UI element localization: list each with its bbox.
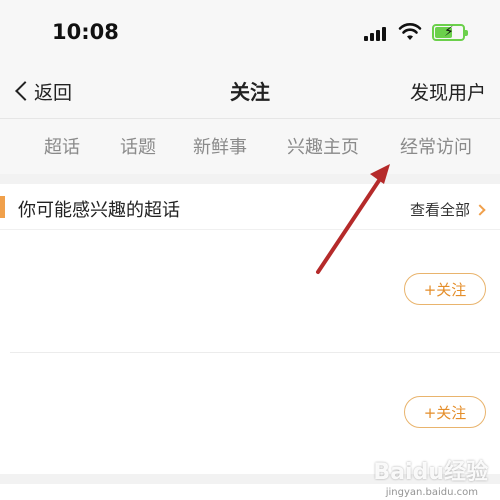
back-button[interactable]: 返回 <box>12 76 72 106</box>
section-title: 你可能感兴趣的超话 <box>18 200 180 221</box>
section-header: 你可能感兴趣的超话 查看全部 <box>0 184 500 230</box>
discover-users-button[interactable]: 发现用户 <box>410 78 486 105</box>
tab-bar: 超话 话题 新鲜事 兴趣主页 经常访问 <box>0 118 500 174</box>
follow-button[interactable]: +关注 <box>404 273 486 305</box>
see-all-link[interactable]: 查看全部 <box>409 199 486 220</box>
section-accent-bar <box>0 196 5 218</box>
tab-frequently-visited[interactable]: 经常访问 <box>400 133 472 159</box>
chevron-right-icon <box>474 203 486 216</box>
list-item[interactable]: +关注 <box>0 230 500 353</box>
watermark-logo: Baidu经验 <box>373 460 488 485</box>
watermark-url: jingyan.baidu.com <box>385 487 478 498</box>
back-label: 返回 <box>34 81 73 104</box>
tab-interest-homepage[interactable]: 兴趣主页 <box>287 133 359 159</box>
tab-topic[interactable]: 话题 <box>120 133 156 159</box>
wifi-icon <box>398 23 422 40</box>
tab-super-topic[interactable]: 超话 <box>44 133 80 159</box>
navigation-bar: 返回 关注 发现用户 <box>0 66 500 118</box>
recommended-super-topics-section: 你可能感兴趣的超话 查看全部 +关注 +关注 <box>0 184 500 474</box>
chevron-left-icon <box>15 81 35 101</box>
status-bar: 10:08 ⚡ <box>0 0 500 66</box>
tab-news[interactable]: 新鲜事 <box>193 133 247 159</box>
status-time: 10:08 <box>52 20 119 44</box>
see-all-label: 查看全部 <box>409 201 470 219</box>
signal-icon <box>364 25 390 41</box>
follow-button[interactable]: +关注 <box>404 396 486 428</box>
battery-icon: ⚡ <box>432 24 468 41</box>
